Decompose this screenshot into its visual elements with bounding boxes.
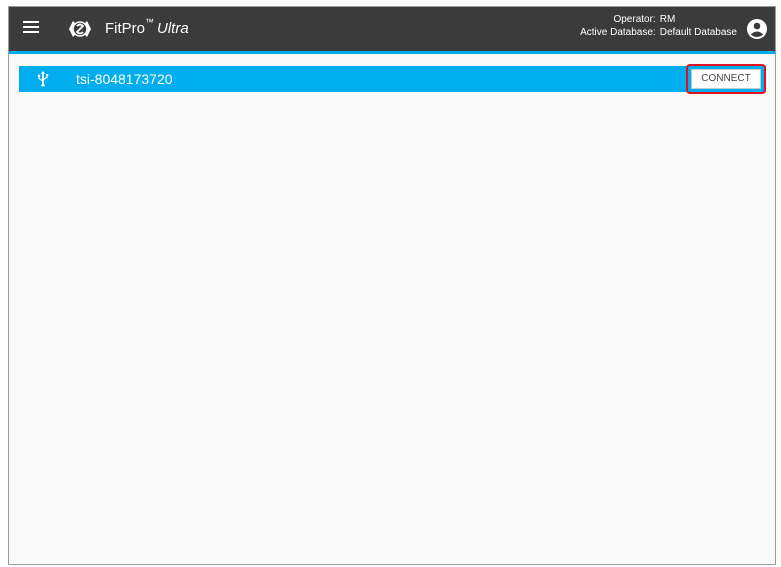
trademark-symbol: ™ (145, 17, 155, 27)
session-info: Operator: RM Active Database: Default Da… (560, 13, 737, 39)
app-bar: FitPro™ Ultra Operator: RM Active Databas… (9, 7, 775, 54)
device-name: tsi-8048173720 (76, 71, 173, 87)
operator-value: RM (659, 14, 676, 25)
app-name: FitPro (105, 20, 146, 37)
hamburger-menu-icon[interactable] (23, 21, 39, 35)
operator-label: Operator: (613, 14, 656, 25)
app-edition: Ultra (157, 20, 189, 37)
usb-icon (37, 71, 49, 87)
app-title: FitPro™ Ultra (105, 17, 189, 37)
app-window: FitPro™ Ultra Operator: RM Active Databas… (8, 6, 776, 565)
active-database-label: Active Database: (580, 27, 656, 38)
account-circle-icon[interactable] (746, 18, 768, 40)
tsi-logo (69, 21, 91, 37)
device-list-item[interactable]: tsi-8048173720 (19, 66, 766, 92)
connect-button[interactable]: CONNECT (691, 69, 761, 89)
active-database-value: Default Database (659, 27, 737, 38)
